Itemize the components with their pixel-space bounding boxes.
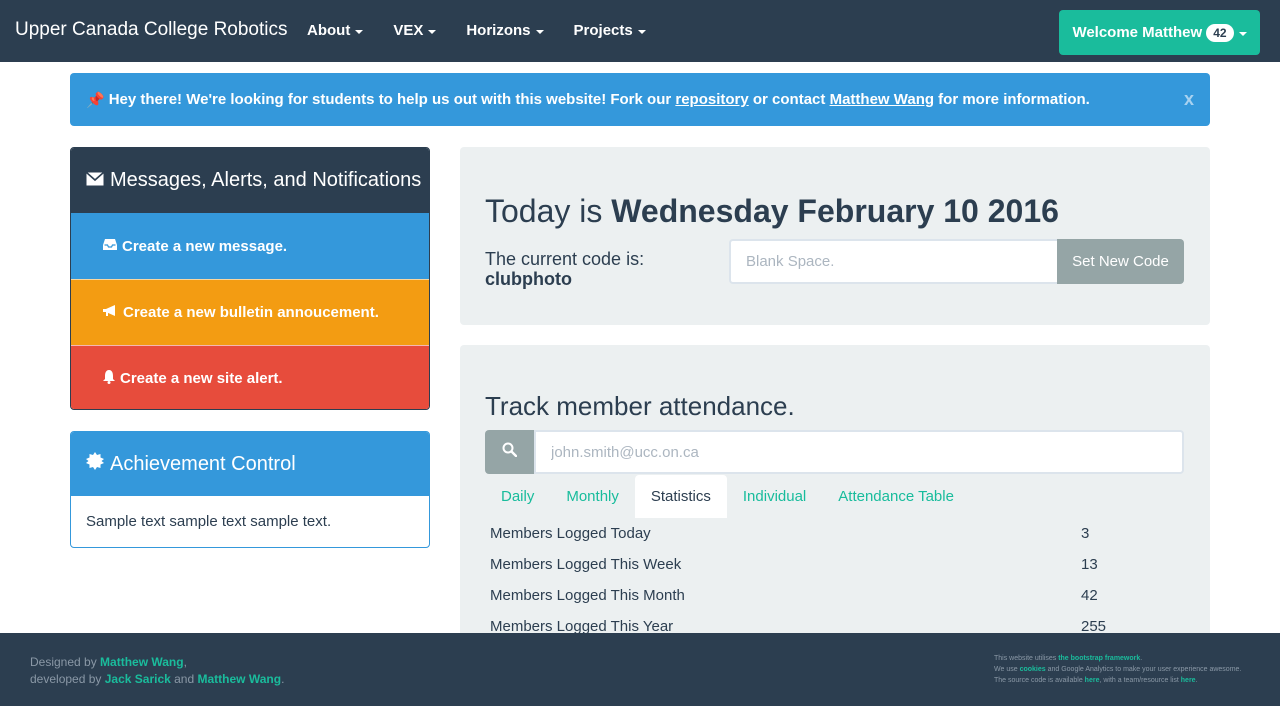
attendance-title: Track member attendance. (485, 391, 795, 421)
nav-about-dropdown[interactable]: About (292, 0, 378, 62)
certificate-icon (86, 452, 104, 476)
caret-down-icon (355, 30, 364, 34)
developer-link-1[interactable]: Jack Sarick (105, 672, 171, 686)
nav-horizons-label: Horizons (466, 22, 531, 39)
footer-designed-by: Designed by (30, 655, 101, 669)
create-site-alert-button[interactable]: Create a new site alert. (71, 345, 429, 409)
info-alert: 📌 Hey there! We're looking for students … (70, 73, 1210, 126)
footer-info-end-1: . (1140, 655, 1143, 662)
create-bulletin-button[interactable]: Create a new bulletin annoucement. (71, 279, 429, 345)
alert-text-3: for more information. (934, 91, 1090, 108)
current-code-value: clubphoto (485, 269, 572, 289)
member-email-search-input[interactable] (534, 430, 1184, 474)
new-code-input[interactable] (729, 239, 1058, 284)
today-code-well: Today is Wednesday February 10 2016 The … (460, 147, 1210, 325)
today-prefix: Today is (485, 193, 612, 229)
footer-info-end-2: and Google Analytics to make your user e… (1045, 666, 1242, 673)
designer-link[interactable]: Matthew Wang (100, 655, 184, 669)
footer-info-mid-3: , with a team/resource list (1099, 677, 1181, 684)
tab-attendance-table[interactable]: Attendance Table (822, 475, 970, 518)
brand-link[interactable]: Upper Canada College Robotics (15, 19, 288, 41)
tab-monthly[interactable]: Monthly (550, 475, 635, 518)
footer-credits: Designed by Matthew Wang, developed by J… (30, 654, 284, 688)
source-code-link[interactable]: here (1085, 677, 1100, 684)
footer-info: This website utilises the bootstrap fram… (994, 653, 1274, 686)
caret-down-icon (637, 30, 646, 34)
alert-text-1: We're looking for students to help us ou… (182, 91, 676, 108)
create-site-alert-label: Create a new site alert. (120, 370, 283, 387)
today-date: Wednesday February 10 2016 (611, 193, 1059, 229)
nav-about-label: About (307, 22, 351, 39)
footer-comma: , (183, 655, 187, 669)
bullhorn-icon (103, 304, 118, 321)
today-heading: Today is Wednesday February 10 2016 (485, 193, 1059, 230)
footer-period: . (281, 672, 285, 686)
messages-panel: Messages, Alerts, and Notifications Crea… (70, 147, 430, 410)
messages-panel-header: Messages, Alerts, and Notifications (71, 148, 429, 213)
caret-down-icon (535, 30, 544, 34)
table-row: Members Logged This Week 13 (485, 549, 1185, 580)
stat-label: Members Logged Today (490, 525, 651, 542)
nav-vex-label: VEX (393, 22, 424, 39)
cookies-link[interactable]: cookies (1020, 666, 1046, 673)
set-new-code-button[interactable]: Set New Code (1057, 239, 1184, 284)
stat-value: 42 (1081, 587, 1098, 604)
footer-info-text-3: The source code is available (994, 677, 1085, 684)
messages-panel-title: Messages, Alerts, and Notifications (110, 169, 422, 191)
bell-icon (103, 369, 115, 388)
nav-projects-dropdown[interactable]: Projects (559, 0, 661, 62)
attendance-well: Track member attendance. Daily Monthly S… (460, 345, 1210, 645)
create-message-label: Create a new message. (122, 237, 288, 255)
footer-info-text-1: This website utilises (994, 655, 1059, 662)
developer-link-2[interactable]: Matthew Wang (198, 672, 282, 686)
create-bulletin-label: Create a new bulletin annoucement. (123, 304, 379, 321)
table-row: Members Logged Today 3 (485, 518, 1185, 549)
tab-individual[interactable]: Individual (727, 475, 822, 518)
repository-link[interactable]: repository (675, 91, 748, 108)
footer-info-text-2: We use (994, 666, 1020, 673)
contact-matthew-link[interactable]: Matthew Wang (830, 91, 934, 108)
stat-value: 13 (1081, 556, 1098, 573)
footer-developed-by: developed by (30, 672, 105, 686)
create-message-button[interactable]: Create a new message. (71, 213, 429, 279)
navbar: Upper Canada College Robotics About VEX … (0, 0, 1280, 62)
achievement-panel: Achievement Control Sample text sample t… (70, 431, 430, 548)
achievement-panel-title: Achievement Control (110, 452, 296, 475)
team-list-link[interactable]: here (1181, 677, 1196, 684)
nav-menu: About VEX Horizons Projects (292, 0, 661, 62)
table-row: Members Logged This Month 42 (485, 580, 1185, 611)
caret-down-icon (1238, 31, 1247, 36)
search-button[interactable] (485, 430, 534, 474)
stat-label: Members Logged This Week (490, 556, 682, 573)
attendance-tabs: Daily Monthly Statistics Individual Atte… (485, 475, 970, 518)
tab-statistics[interactable]: Statistics (634, 475, 727, 518)
alert-lead: Hey there! (108, 91, 183, 108)
bootstrap-link[interactable]: the bootstrap framework (1058, 655, 1140, 662)
inbox-icon (103, 238, 117, 255)
pushpin-icon: 📌 (86, 91, 105, 109)
tab-daily[interactable]: Daily (485, 475, 550, 518)
caret-down-icon (428, 30, 437, 34)
envelope-icon (85, 169, 105, 192)
welcome-label: Welcome Matthew (1072, 24, 1203, 41)
footer: Designed by Matthew Wang, developed by J… (0, 633, 1280, 706)
achievement-panel-body: Sample text sample text sample text. (86, 513, 332, 530)
statistics-table: Members Logged Today 3 Members Logged Th… (485, 518, 1185, 642)
alert-text-2: or contact (748, 91, 830, 108)
notification-count-badge: 42 (1206, 23, 1234, 42)
welcome-user-button[interactable]: Welcome Matthew 42 (1059, 10, 1260, 55)
nav-horizons-dropdown[interactable]: Horizons (451, 0, 558, 62)
search-icon (502, 442, 518, 462)
current-code-label: The current code is: (485, 249, 645, 269)
footer-info-end-3: . (1195, 677, 1198, 684)
achievement-panel-header: Achievement Control (71, 432, 429, 496)
footer-and: and (170, 672, 198, 686)
nav-projects-label: Projects (573, 22, 633, 39)
stat-value: 3 (1081, 525, 1090, 542)
close-alert-button[interactable]: x (1184, 89, 1194, 110)
stat-label: Members Logged This Month (490, 587, 685, 604)
nav-vex-dropdown[interactable]: VEX (378, 0, 451, 62)
